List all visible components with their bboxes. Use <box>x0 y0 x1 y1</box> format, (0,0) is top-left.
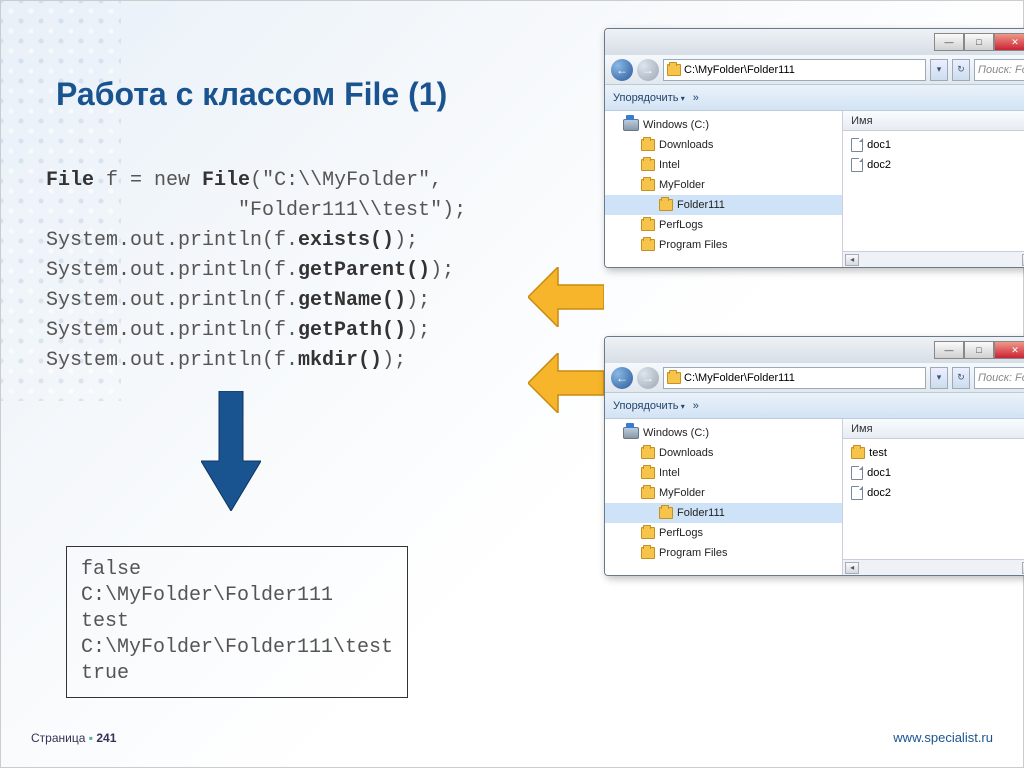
arrow-left-icon <box>528 353 604 413</box>
column-header[interactable]: Имя <box>843 419 1024 439</box>
address-bar[interactable] <box>663 59 926 81</box>
maximize-button[interactable]: □ <box>964 341 994 359</box>
output-console: false C:\MyFolder\Folder111 test C:\MyFo… <box>66 546 408 698</box>
scrollbar[interactable]: ◂▸ <box>843 559 1024 575</box>
minimize-button[interactable]: — <box>934 33 964 51</box>
folder-icon <box>641 159 655 171</box>
slide-title: Работа с классом File (1) <box>56 76 447 113</box>
drive-icon <box>623 427 639 439</box>
organize-menu[interactable]: Упорядочить <box>613 400 685 412</box>
folder-icon <box>641 179 655 191</box>
address-bar[interactable] <box>663 367 926 389</box>
list-item[interactable]: doc1 <box>843 135 1024 155</box>
navbar: ← → ▾ ↻ Поиск: Fo <box>605 55 1024 85</box>
tree-item: MyFolder <box>605 175 842 195</box>
folder-icon <box>641 219 655 231</box>
arrow-left-icon <box>528 267 604 327</box>
address-input[interactable] <box>684 372 922 384</box>
tree-item: Intel <box>605 155 842 175</box>
folder-tree[interactable]: Windows (C:) Downloads Intel MyFolder Fo… <box>605 111 843 267</box>
folder-icon <box>659 199 673 211</box>
refresh-button[interactable]: ↻ <box>952 59 970 81</box>
tree-item: PerfLogs <box>605 215 842 235</box>
explorer-window-after: — □ ✕ ← → ▾ ↻ Поиск: Fo Упорядочить » Wi… <box>604 336 1024 576</box>
java-code: File f = new File("C:\\MyFolder", "Folde… <box>46 166 466 376</box>
file-icon <box>851 158 863 172</box>
file-icon <box>851 486 863 500</box>
folder-icon <box>641 447 655 459</box>
toolbar: Упорядочить » <box>605 85 1024 111</box>
drive-icon <box>623 119 639 131</box>
toolbar: Упорядочить » <box>605 393 1024 419</box>
tree-item: Program Files <box>605 235 842 255</box>
tree-item-selected: Folder111 <box>605 195 842 215</box>
folder-icon <box>641 139 655 151</box>
toolbar-more[interactable]: » <box>693 400 699 412</box>
tree-drive: Windows (C:) <box>605 423 842 443</box>
page-number: Страница ▪ 241 <box>31 731 116 745</box>
tree-drive: Windows (C:) <box>605 115 842 135</box>
list-item[interactable]: test <box>843 443 1024 463</box>
file-list: Имя test doc1 doc2 ◂▸ <box>843 419 1024 575</box>
tree-item: MyFolder <box>605 483 842 503</box>
file-list: Имя doc1 doc2 ◂▸ <box>843 111 1024 267</box>
back-button[interactable]: ← <box>611 59 633 81</box>
close-button[interactable]: ✕ <box>994 341 1024 359</box>
folder-icon <box>667 64 681 76</box>
folder-icon <box>851 447 865 459</box>
file-icon <box>851 466 863 480</box>
minimize-button[interactable]: — <box>934 341 964 359</box>
footer-url: www.specialist.ru <box>893 730 993 745</box>
folder-icon <box>641 527 655 539</box>
folder-icon <box>641 487 655 499</box>
folder-icon <box>641 239 655 251</box>
close-button[interactable]: ✕ <box>994 33 1024 51</box>
column-header[interactable]: Имя <box>843 111 1024 131</box>
explorer-window-before: — □ ✕ ← → ▾ ↻ Поиск: Fo Упорядочить » Wi… <box>604 28 1024 268</box>
folder-icon <box>641 467 655 479</box>
tree-item: Program Files <box>605 543 842 563</box>
tree-item-selected: Folder111 <box>605 503 842 523</box>
scrollbar[interactable]: ◂▸ <box>843 251 1024 267</box>
file-icon <box>851 138 863 152</box>
folder-icon <box>641 547 655 559</box>
address-dropdown[interactable]: ▾ <box>930 367 948 389</box>
search-box[interactable]: Поиск: Fo <box>974 59 1024 81</box>
arrow-down-icon <box>201 391 261 511</box>
search-box[interactable]: Поиск: Fo <box>974 367 1024 389</box>
tree-item: PerfLogs <box>605 523 842 543</box>
navbar: ← → ▾ ↻ Поиск: Fo <box>605 363 1024 393</box>
refresh-button[interactable]: ↻ <box>952 367 970 389</box>
maximize-button[interactable]: □ <box>964 33 994 51</box>
folder-tree[interactable]: Windows (C:) Downloads Intel MyFolder Fo… <box>605 419 843 575</box>
folder-icon <box>659 507 673 519</box>
tree-item: Downloads <box>605 135 842 155</box>
forward-button[interactable]: → <box>637 367 659 389</box>
titlebar: — □ ✕ <box>605 29 1024 55</box>
list-item[interactable]: doc2 <box>843 483 1024 503</box>
back-button[interactable]: ← <box>611 367 633 389</box>
tree-item: Intel <box>605 463 842 483</box>
list-item[interactable]: doc2 <box>843 155 1024 175</box>
organize-menu[interactable]: Упорядочить <box>613 92 685 104</box>
address-dropdown[interactable]: ▾ <box>930 59 948 81</box>
list-item[interactable]: doc1 <box>843 463 1024 483</box>
titlebar: — □ ✕ <box>605 337 1024 363</box>
forward-button[interactable]: → <box>637 59 659 81</box>
tree-item: Downloads <box>605 443 842 463</box>
toolbar-more[interactable]: » <box>693 92 699 104</box>
address-input[interactable] <box>684 64 922 76</box>
folder-icon <box>667 372 681 384</box>
